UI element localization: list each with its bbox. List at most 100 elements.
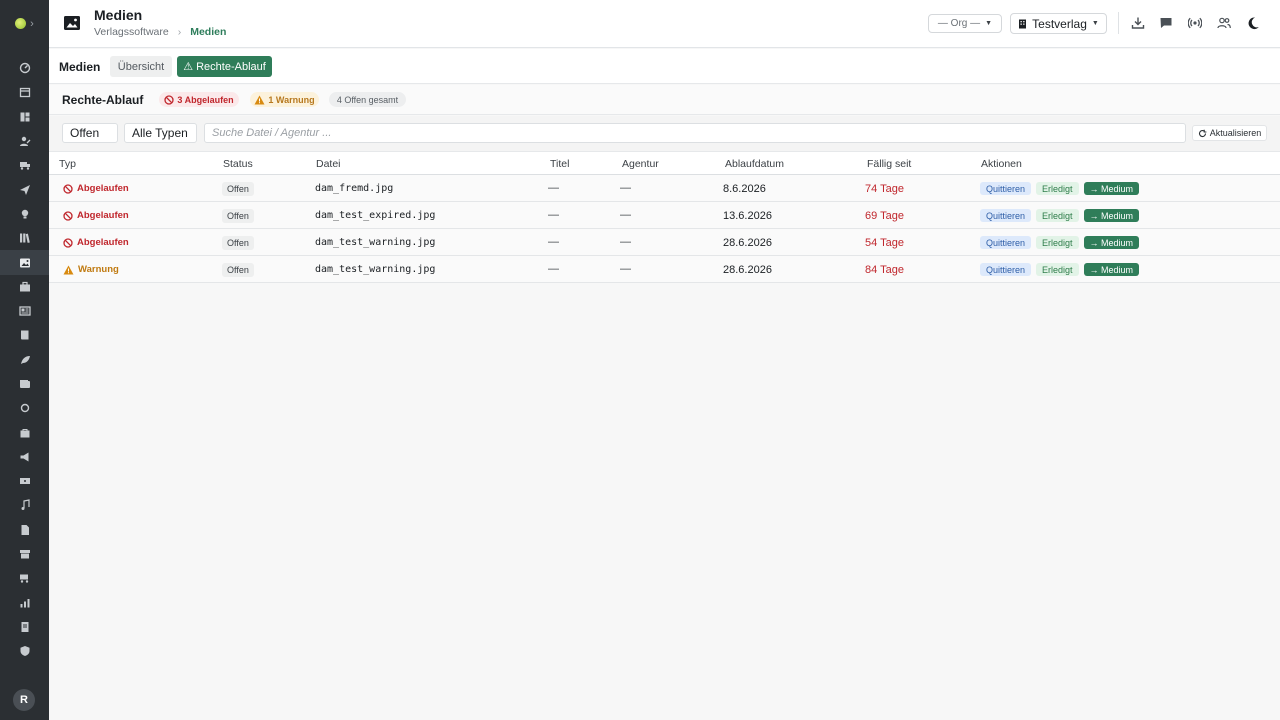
table-header: Typ Status Datei Titel Agentur Ablaufdat… [49, 152, 1280, 175]
image-icon [64, 16, 80, 30]
sidebar-item-music[interactable] [0, 493, 49, 517]
tab-rights-expiry[interactable]: ⚠ Rechte-Ablauf [177, 56, 272, 77]
done-button[interactable]: Erledigt [1036, 182, 1079, 195]
done-button[interactable]: Erledigt [1036, 209, 1079, 222]
sidebar-item-tickets[interactable] [0, 469, 49, 493]
row-actions: Quittieren Erledigt → Medium [980, 209, 1140, 222]
column-header-faellig-seit[interactable]: Fällig seit [867, 158, 911, 170]
breadcrumb-item-verlagssoftware[interactable]: Verlagssoftware [94, 26, 169, 38]
type-label: Warnung [78, 264, 119, 275]
tab-overview[interactable]: Übersicht [110, 56, 172, 77]
caret-down-icon: ▼ [1091, 20, 1099, 27]
done-button[interactable]: Erledigt [1036, 263, 1079, 276]
bag-icon [20, 428, 29, 438]
open-medium-button[interactable]: → Medium [1083, 209, 1140, 222]
sidebar-item-orders[interactable] [0, 153, 49, 177]
cart-icon [19, 574, 28, 584]
sidebar-item-media[interactable] [0, 250, 49, 275]
chat-icon[interactable] [1159, 16, 1173, 30]
download-icon[interactable] [1131, 16, 1145, 30]
sidebar-item-documents[interactable] [0, 518, 49, 542]
search-input[interactable]: Suche Datei / Agentur ... [204, 123, 1186, 143]
sidebar-item-editing[interactable] [0, 348, 49, 372]
status-badge: Offen [222, 182, 254, 196]
chevron-right-icon[interactable]: › [30, 18, 34, 30]
sidebar-item-boards[interactable] [0, 105, 49, 129]
column-header-datei[interactable]: Datei [316, 158, 341, 170]
done-button[interactable]: Erledigt [1036, 236, 1079, 249]
sidebar-item-send[interactable] [0, 177, 49, 201]
feather-icon [20, 355, 30, 364]
sidebar-item-library[interactable] [0, 226, 49, 250]
sidebar-item-circle[interactable] [0, 396, 49, 420]
status-badge: Offen [222, 236, 254, 250]
table-row: Abgelaufen Offen dam_test_warning.jpg — … [49, 229, 1280, 256]
sidebar-item-analytics[interactable] [0, 591, 49, 615]
sidebar-header[interactable]: › [0, 0, 49, 47]
ban-icon [63, 210, 73, 221]
overdue-since: 69 Tage [865, 210, 904, 222]
paper-plane-icon [19, 184, 30, 195]
summary-title: Rechte-Ablauf [62, 93, 144, 107]
sidebar-item-bag[interactable] [0, 420, 49, 444]
acknowledge-button[interactable]: Quittieren [980, 182, 1032, 195]
expired-count-label: 3 Abgelaufen [177, 94, 234, 105]
users-icon[interactable] [1217, 16, 1231, 30]
type-filter-select[interactable]: Alle Typen [124, 123, 197, 143]
acknowledge-button[interactable]: Quittieren [980, 209, 1032, 222]
column-header-ablaufdatum[interactable]: Ablaufdatum [725, 158, 784, 170]
broadcast-icon[interactable] [1188, 16, 1202, 30]
sidebar-item-security[interactable] [0, 639, 49, 663]
section-title: Medien [59, 60, 101, 74]
sidebar-item-news[interactable] [0, 299, 49, 323]
sidebar-item-dashboard[interactable] [0, 56, 49, 80]
title-cell: — [548, 263, 559, 275]
store-icon [19, 550, 30, 559]
shield-icon [20, 646, 29, 657]
receipt-icon [21, 621, 28, 632]
sidebar-item-authors[interactable] [0, 129, 49, 153]
overdue-since: 74 Tage [865, 183, 904, 195]
header-divider [1118, 12, 1119, 34]
page-title: Medien [94, 7, 143, 23]
type-label: Abgelaufen [77, 210, 129, 221]
sidebar-item-marketing[interactable] [0, 445, 49, 469]
ban-icon [63, 237, 73, 248]
refresh-button[interactable]: Aktualisieren [1192, 125, 1267, 141]
sidebar-item-calendar[interactable] [0, 80, 49, 104]
org-select[interactable]: — Org — ▼ [928, 14, 1002, 33]
column-header-status[interactable]: Status [223, 158, 253, 170]
megaphone-icon [20, 452, 28, 462]
column-header-typ[interactable]: Typ [59, 158, 76, 170]
sidebar-item-invoices[interactable] [0, 615, 49, 639]
column-header-agentur[interactable]: Agentur [622, 158, 659, 170]
acknowledge-button[interactable]: Quittieren [980, 236, 1032, 249]
sidebar-item-wallet[interactable] [0, 372, 49, 396]
org-select-value: — Org — [937, 18, 981, 29]
acknowledge-button[interactable]: Quittieren [980, 263, 1032, 276]
sidebar-item-book[interactable] [0, 323, 49, 347]
title-cell: — [548, 182, 559, 194]
sidebar-item-shipping[interactable] [0, 566, 49, 590]
avatar[interactable]: R [13, 689, 35, 711]
open-medium-button[interactable]: → Medium [1083, 236, 1140, 249]
file-name: dam_test_expired.jpg [315, 210, 436, 221]
column-header-titel[interactable]: Titel [550, 158, 569, 170]
agency-cell: — [620, 182, 631, 194]
sidebar-item-products[interactable] [0, 275, 49, 299]
column-header-aktionen: Aktionen [981, 158, 1022, 170]
ban-icon [164, 94, 175, 105]
moon-icon[interactable] [1246, 16, 1260, 30]
open-medium-button[interactable]: → Medium [1083, 263, 1140, 276]
status-filter-select[interactable]: Offen [62, 123, 118, 143]
table-row: Abgelaufen Offen dam_test_expired.jpg — … [49, 202, 1280, 229]
open-medium-button[interactable]: → Medium [1083, 182, 1140, 195]
sidebar-item-store[interactable] [0, 542, 49, 566]
filter-bar: Offen Alle Typen Suche Datei / Agentur .… [49, 116, 1280, 152]
publisher-select[interactable]: Testverlag ▼ [1010, 13, 1107, 34]
circle-icon [20, 404, 29, 413]
file-icon [21, 524, 29, 535]
tabs-bar: Medien Übersicht ⚠ Rechte-Ablauf [49, 49, 1280, 84]
sidebar-item-ideas[interactable] [0, 202, 49, 226]
music-icon [21, 499, 30, 511]
